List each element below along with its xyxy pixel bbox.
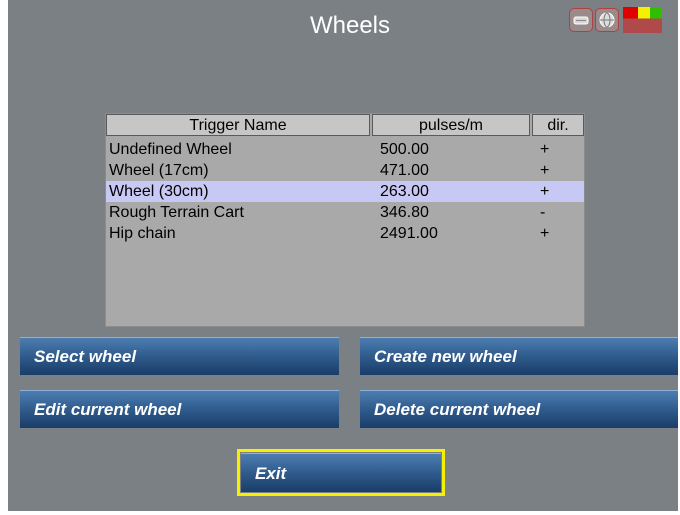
row-trigger-name: Undefined Wheel bbox=[109, 141, 232, 158]
row-trigger-name: Wheel (30cm) bbox=[109, 183, 209, 200]
table-row-selected[interactable]: Wheel (30cm) 263.00 + bbox=[106, 181, 584, 202]
row-dir: + bbox=[540, 141, 550, 158]
signal-strength-indicator bbox=[623, 7, 662, 33]
column-header-trigger-name[interactable]: Trigger Name bbox=[106, 114, 370, 136]
wheels-screen: Wheels Trigger Name pulses/m dir. Undefi… bbox=[0, 0, 680, 515]
frame-left bbox=[0, 0, 8, 515]
row-dir: + bbox=[540, 162, 550, 179]
signal-bar bbox=[659, 7, 662, 33]
table-header: Trigger Name pulses/m dir. bbox=[106, 114, 584, 136]
table-row[interactable]: Hip chain 2491.00 + bbox=[106, 223, 584, 244]
row-pulses: 2491.00 bbox=[380, 225, 438, 242]
create-new-wheel-button[interactable]: Create new wheel bbox=[360, 337, 678, 375]
exit-button[interactable]: Exit bbox=[241, 453, 441, 492]
row-pulses: 263.00 bbox=[380, 183, 429, 200]
row-pulses: 471.00 bbox=[380, 162, 429, 179]
edit-current-wheel-button[interactable]: Edit current wheel bbox=[20, 390, 339, 428]
row-dir: + bbox=[540, 183, 550, 200]
row-pulses: 346.80 bbox=[380, 204, 429, 221]
column-header-dir[interactable]: dir. bbox=[532, 114, 584, 136]
wheel-table: Trigger Name pulses/m dir. Undefined Whe… bbox=[105, 113, 585, 327]
row-trigger-name: Rough Terrain Cart bbox=[109, 204, 244, 221]
column-header-pulses[interactable]: pulses/m bbox=[372, 114, 530, 136]
select-wheel-button[interactable]: Select wheel bbox=[20, 337, 339, 375]
row-pulses: 500.00 bbox=[380, 141, 429, 158]
delete-current-wheel-button[interactable]: Delete current wheel bbox=[360, 390, 678, 428]
hdd-icon bbox=[569, 8, 593, 32]
table-row[interactable]: Undefined Wheel 500.00 + bbox=[106, 139, 584, 160]
row-trigger-name: Hip chain bbox=[109, 225, 176, 242]
globe-icon bbox=[595, 8, 619, 32]
row-trigger-name: Wheel (17cm) bbox=[109, 162, 209, 179]
row-dir: + bbox=[540, 225, 550, 242]
status-area bbox=[569, 6, 662, 34]
table-row[interactable]: Wheel (17cm) 471.00 + bbox=[106, 160, 584, 181]
frame-bottom bbox=[0, 511, 680, 515]
table-row[interactable]: Rough Terrain Cart 346.80 - bbox=[106, 202, 584, 223]
row-dir: - bbox=[540, 204, 546, 221]
